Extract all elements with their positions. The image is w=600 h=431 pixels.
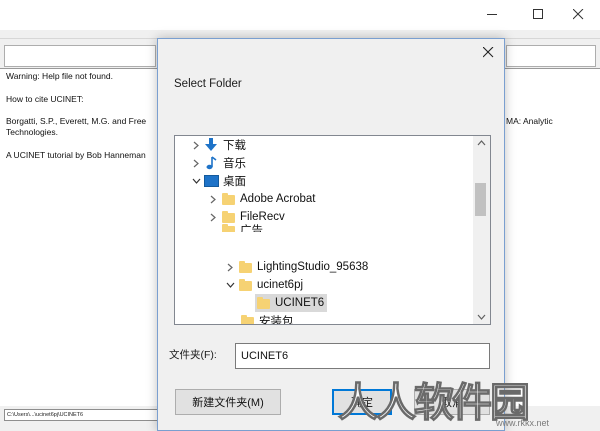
tree-item-label: Adobe Acrobat (240, 193, 316, 205)
tree-item-label: UCINET6 (275, 297, 325, 309)
desktop-icon (203, 173, 219, 189)
folder-icon (220, 222, 236, 232)
folder-icon (237, 259, 253, 275)
folder-icon (239, 313, 255, 324)
folder-icon (237, 277, 253, 293)
chevron-right-icon[interactable] (189, 136, 203, 154)
new-folder-button[interactable]: 新建文件夹(M) (175, 389, 281, 415)
tree-item-label: ucinet6pj (257, 279, 304, 291)
content-line: Technologies. (6, 127, 58, 137)
folder-name-input[interactable] (235, 343, 490, 369)
chevron-down-icon[interactable] (189, 172, 203, 190)
minimize-icon (486, 13, 497, 15)
toolbar-field-right[interactable] (506, 45, 596, 67)
tree-item-music[interactable]: 音乐 (189, 154, 246, 172)
scroll-down-arrow-icon[interactable] (473, 310, 490, 324)
chevron-right-icon[interactable] (223, 258, 237, 276)
tree-item-download[interactable]: 下载 (189, 136, 246, 154)
dialog-title: Select Folder (174, 78, 242, 90)
close-icon (482, 46, 493, 57)
close-icon (572, 8, 583, 19)
tree-item-label: 音乐 (223, 158, 246, 170)
tree-item-adobe-acrobat[interactable]: Adobe Acrobat (206, 190, 315, 208)
scroll-up-arrow-icon[interactable] (473, 136, 490, 150)
minimize-button[interactable] (470, 0, 514, 28)
music-note-icon (203, 155, 219, 171)
scrollbar-thumb[interactable] (475, 183, 486, 216)
dialog-close-button[interactable] (478, 42, 498, 62)
tree-item-ucinet6pj[interactable]: ucinet6pj (223, 276, 303, 294)
tree-item-label: 广告 (240, 225, 263, 232)
tree-item-label: 桌面 (223, 176, 246, 188)
folder-tree[interactable]: 下载 音乐 桌面 Adobe Acrobat FileRecv 广告 Light… (174, 135, 491, 325)
tree-item-label: 安装包 (259, 316, 294, 325)
tree-item-ucinet6-selected[interactable]: UCINET6 (255, 294, 328, 312)
tree-item-desktop[interactable]: 桌面 (189, 172, 246, 190)
tree-item-label: LightingStudio_95638 (257, 261, 369, 273)
tree-item-installers[interactable]: 安装包 (239, 312, 294, 325)
toolbar-field-left[interactable] (4, 45, 156, 67)
content-line: Warning: Help file not found. (6, 71, 113, 81)
tree-scrollbar[interactable] (473, 136, 490, 324)
content-line: Borgatti, S.P., Everett, M.G. and Free (6, 116, 147, 126)
chevron-right-icon[interactable] (189, 154, 203, 172)
download-arrow-icon (203, 137, 219, 153)
folder-field-label: 文件夹(F): (169, 349, 217, 361)
watermark-url: www.rkkx.net (496, 418, 550, 428)
tree-item-lightingstudio[interactable]: LightingStudio_95638 (223, 258, 368, 276)
title-bar (0, 0, 600, 30)
tree-item-label: 下载 (223, 140, 246, 152)
tree-item-ads[interactable]: 广告 (220, 222, 263, 232)
maximize-button[interactable] (516, 0, 560, 28)
folder-icon (255, 295, 271, 311)
close-button[interactable] (556, 0, 600, 28)
chevron-down-icon[interactable] (223, 276, 237, 294)
chevron-right-icon[interactable] (206, 190, 220, 208)
content-line: How to cite UCINET: (6, 94, 84, 104)
folder-icon (220, 191, 236, 207)
maximize-icon (532, 8, 543, 19)
status-path: C:\Users\...\ucinet6pj\UCINET6 (4, 409, 160, 421)
chevron-right-icon[interactable] (206, 208, 220, 226)
content-line: A UCINET tutorial by Bob Hanneman (6, 150, 146, 160)
content-line: MA: Analytic (506, 116, 553, 126)
